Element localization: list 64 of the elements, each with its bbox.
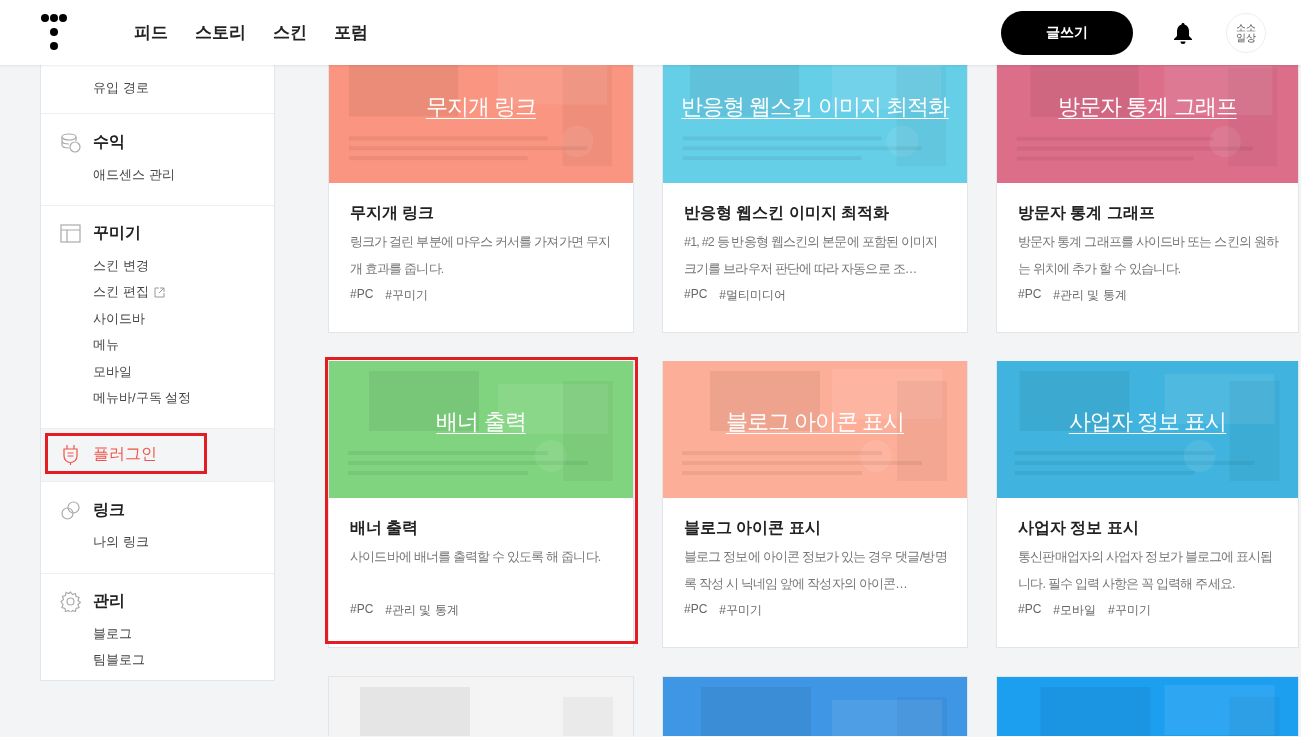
- tag[interactable]: #PC: [684, 287, 708, 304]
- card-description: 링크가 걸린 부분에 마우스 커서를 가져가면 무지개 효과를 줍니다.: [350, 234, 612, 278]
- tag[interactable]: #꾸미기: [1108, 602, 1151, 619]
- logo-icon[interactable]: [40, 12, 68, 53]
- sidebar-section-title[interactable]: 꾸미기: [93, 223, 141, 245]
- nav-link[interactable]: 포럼: [334, 21, 368, 44]
- layout-icon: [60, 223, 81, 245]
- card-title: 사업자 정보 표시: [1018, 518, 1140, 538]
- tag[interactable]: #꾸미기: [719, 602, 763, 619]
- tag[interactable]: #멀티미디어: [719, 287, 787, 304]
- card-description: 블로그 정보에 아이콘 정보가 있는 경우 댓글/방명록 작성 시 닉네임 앞에 작성자의 아이콘…: [684, 549, 948, 593]
- card-description: 방문자 통계 그래프를 사이드바 또는 스킨의 원하는 위치에 추가 할 수 있습니다.: [1018, 234, 1280, 278]
- card-title: 방문자 통계 그래프: [1018, 203, 1156, 223]
- sidebar-item[interactable]: 모바일: [41, 358, 274, 385]
- card-description: #1, #2 등 반응형 웹스킨의 본문에 포함된 이미지 크기를 브라우저 판단에 따라 자동으로 조…: [684, 234, 939, 278]
- write-button[interactable]: 글쓰기: [1001, 10, 1133, 55]
- sidebar-item[interactable]: 사이드바: [41, 305, 274, 332]
- tag[interactable]: #PC: [1018, 602, 1042, 619]
- card-title: 배너 출력: [350, 518, 420, 538]
- image-title: 사업자 정보 표시: [1068, 409, 1227, 434]
- sidebar-section-title[interactable]: 수익: [93, 131, 125, 153]
- image-title: 배너 출력: [436, 409, 526, 434]
- image-title: 반응형 웹스킨 이미지 최적화: [681, 94, 949, 119]
- card-description: 사이드바에 배너를 출력할 수 있도록 해 줍니다.: [350, 549, 602, 566]
- sidebar-section-title[interactable]: 링크: [93, 499, 125, 521]
- nav-link[interactable]: 스토리: [195, 21, 246, 44]
- card-description: 통신판매업자의 사업자 정보가 블로그에 표시됩니다. 필수 입력 사항은 꼭 입력해 주세요.: [1018, 549, 1274, 593]
- bell-icon[interactable]: [1173, 21, 1193, 44]
- sidebar-item[interactable]: 나의 링크: [41, 529, 274, 556]
- sidebar-item[interactable]: 팀블로그: [41, 646, 274, 674]
- nav-link[interactable]: 스킨: [273, 21, 307, 44]
- sidebar-item[interactable]: 스킨 편집: [41, 279, 274, 306]
- plugin-card[interactable]: 반응형 웹스킨 이미지 최적화 반응형 웹스킨 이미지 최적화 #1, #2 등 반응형 웹스킨의 본문에 포함된 이미지 크기를 브라우저 판단에 따라 자동으로 조… #PC #멀티미디어: [662, 65, 968, 333]
- card-title: 무지개 링크: [350, 203, 436, 223]
- tag[interactable]: #모바일: [1053, 602, 1097, 619]
- tag[interactable]: #관리 및 통계: [385, 602, 459, 619]
- sidebar-item[interactable]: 메뉴: [41, 331, 274, 359]
- sidebar-section-title[interactable]: 관리: [93, 591, 125, 612]
- external-link-icon: [153, 286, 165, 298]
- tag[interactable]: #꾸미기: [385, 287, 429, 304]
- image-title: 블로그 아이콘 표시: [725, 409, 905, 434]
- sidebar-item[interactable]: 애드센스 관리: [41, 161, 274, 188]
- tag[interactable]: #PC: [350, 287, 374, 304]
- sidebar-item[interactable]: 블로그: [41, 620, 274, 647]
- plug-icon: [60, 443, 81, 465]
- sidebar-item[interactable]: 스킨 변경: [41, 252, 274, 280]
- plugin-card[interactable]: 블로그 아이콘 표시 블로그 아이콘 표시 블로그 정보에 아이콘 정보가 있는 경우 댓글/방명록 작성 시 닉네임 앞에 작성자의 아이콘… #PC #꾸미기: [662, 361, 968, 648]
- image-title: 방문자 통계 그래프: [1058, 94, 1237, 119]
- card-title: 반응형 웹스킨 이미지 최적화: [684, 203, 891, 223]
- gear-icon: [60, 591, 81, 612]
- tag[interactable]: #PC: [684, 602, 708, 619]
- sidebar-item[interactable]: 유입 경로: [41, 75, 274, 102]
- plugin-card[interactable]: 방문자 통계 그래프 방문자 통계 그래프 방문자 통계 그래프를 사이드바 또는 스킨의 원하는 위치에 추가 할 수 있습니다. #PC #관리 및 통계: [996, 65, 1299, 333]
- plugin-card[interactable]: 무지개 링크 무지개 링크 링크가 걸린 부분에 마우스 커서를 가져가면 무지개 효과를 줍니다. #PC #꾸미기: [328, 65, 634, 333]
- tag[interactable]: #PC: [1018, 287, 1042, 304]
- link-icon: [60, 499, 81, 521]
- tag[interactable]: #관리 및 통계: [1053, 287, 1127, 304]
- plugin-card[interactable]: 사업자 정보 표시 사업자 정보 표시 통신판매업자의 사업자 정보가 블로그에 표시됩니다. 필수 입력 사항은 꼭 입력해 주세요. #PC #모바일 #꾸미기: [996, 361, 1299, 648]
- nav-link[interactable]: 피드: [134, 21, 168, 44]
- image-title: 무지개 링크: [425, 94, 537, 119]
- sidebar-item[interactable]: 메뉴바/구독 설정: [41, 384, 274, 412]
- coins-icon: [60, 131, 81, 153]
- tag[interactable]: #PC: [350, 602, 374, 619]
- card-title: 블로그 아이콘 표시: [684, 518, 822, 538]
